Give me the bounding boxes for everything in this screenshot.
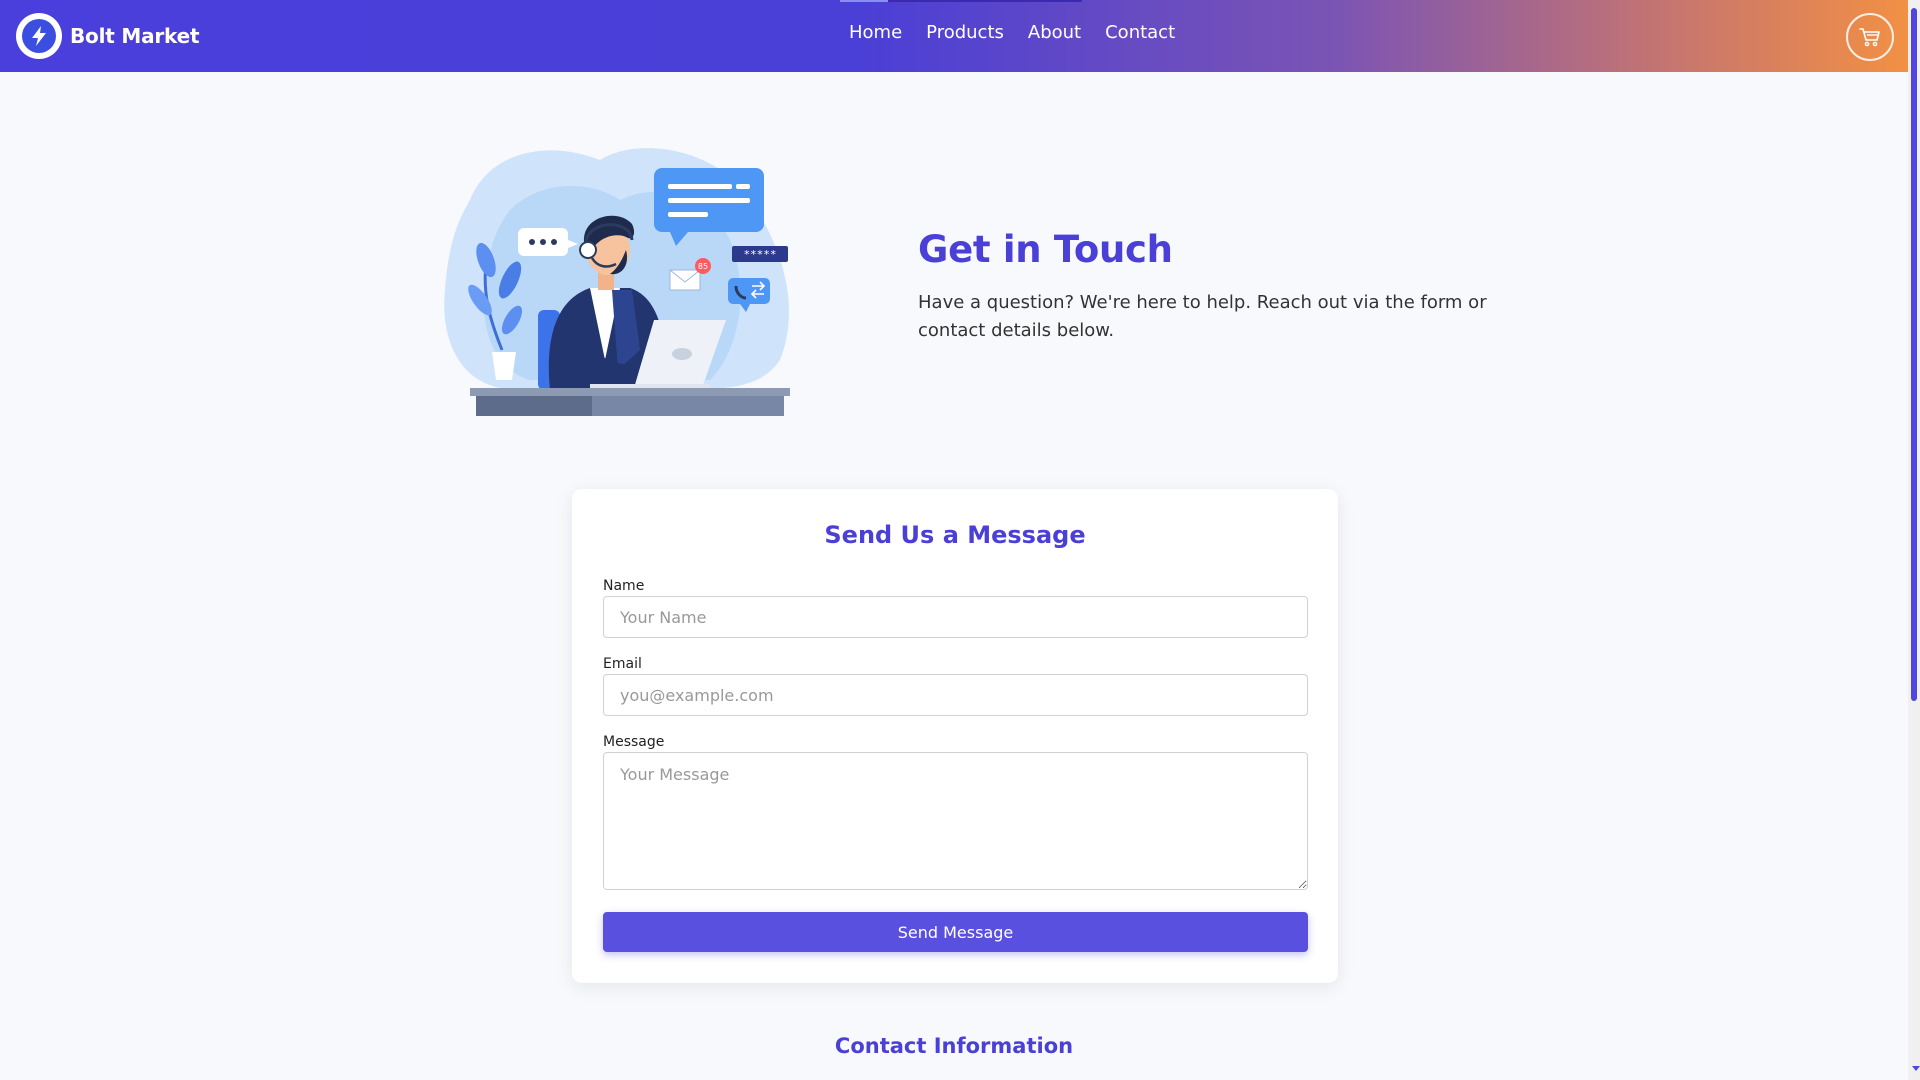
name-input[interactable]	[603, 596, 1308, 638]
scrollbar-thumb[interactable]	[1911, 8, 1917, 701]
nav-active-indicator	[840, 0, 1082, 2]
shopping-cart-icon	[1859, 28, 1880, 47]
brand[interactable]: Bolt Market	[16, 13, 200, 59]
name-label: Name	[603, 578, 645, 594]
message-label: Message	[603, 734, 665, 750]
contact-form-card: Send Us a Message Name Email Message Sen…	[572, 489, 1338, 983]
email-input[interactable]	[603, 674, 1308, 716]
page-scrollbar[interactable]	[1908, 0, 1920, 1080]
send-message-button[interactable]: Send Message	[603, 912, 1308, 952]
nav-contact[interactable]: Contact	[1105, 22, 1175, 43]
main-nav: Home Products About Contact	[849, 22, 1199, 43]
support-agent-illustration: 85 *****	[444, 148, 790, 416]
form-title: Send Us a Message	[824, 521, 1086, 549]
scroll-down-arrow-icon[interactable]	[1912, 1066, 1920, 1071]
message-textarea[interactable]	[603, 752, 1308, 890]
hero-subtitle: Have a question? We're here to help. Rea…	[918, 292, 1487, 341]
contact-info-heading: Contact Information	[834, 1034, 1074, 1058]
lightning-bolt-icon	[16, 13, 62, 59]
hero-section: Get in Touch Have a question? We're here…	[918, 228, 1538, 345]
nav-about[interactable]: About	[1028, 22, 1081, 43]
nav-home[interactable]: Home	[849, 22, 902, 43]
password-badge: *****	[743, 248, 776, 261]
page-title: Get in Touch	[918, 228, 1173, 271]
email-label: Email	[603, 656, 642, 672]
top-navbar: Bolt Market Home Products About Contact	[0, 0, 1908, 72]
cart-button[interactable]	[1846, 13, 1894, 61]
nav-products[interactable]: Products	[926, 22, 1004, 43]
notification-count: 85	[698, 262, 708, 271]
brand-name: Bolt Market	[70, 24, 200, 48]
